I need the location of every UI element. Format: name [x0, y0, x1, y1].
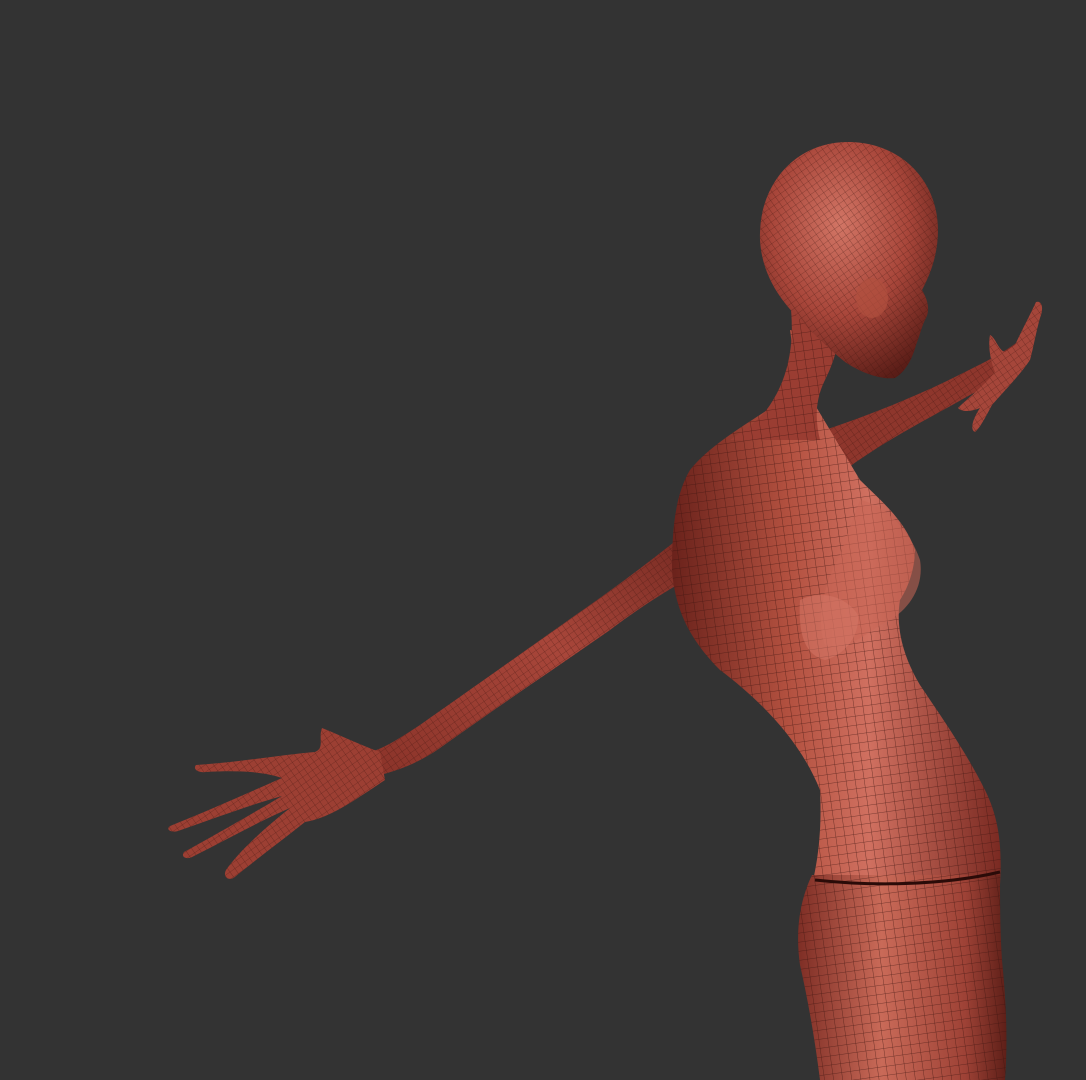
- hips: [798, 870, 1007, 1080]
- right-hand: [958, 301, 1043, 432]
- torso: [672, 330, 1001, 885]
- 3d-viewport[interactable]: [0, 0, 1086, 1080]
- head: [759, 142, 938, 379]
- left-hand: [168, 728, 385, 879]
- model-render: [168, 142, 1043, 1080]
